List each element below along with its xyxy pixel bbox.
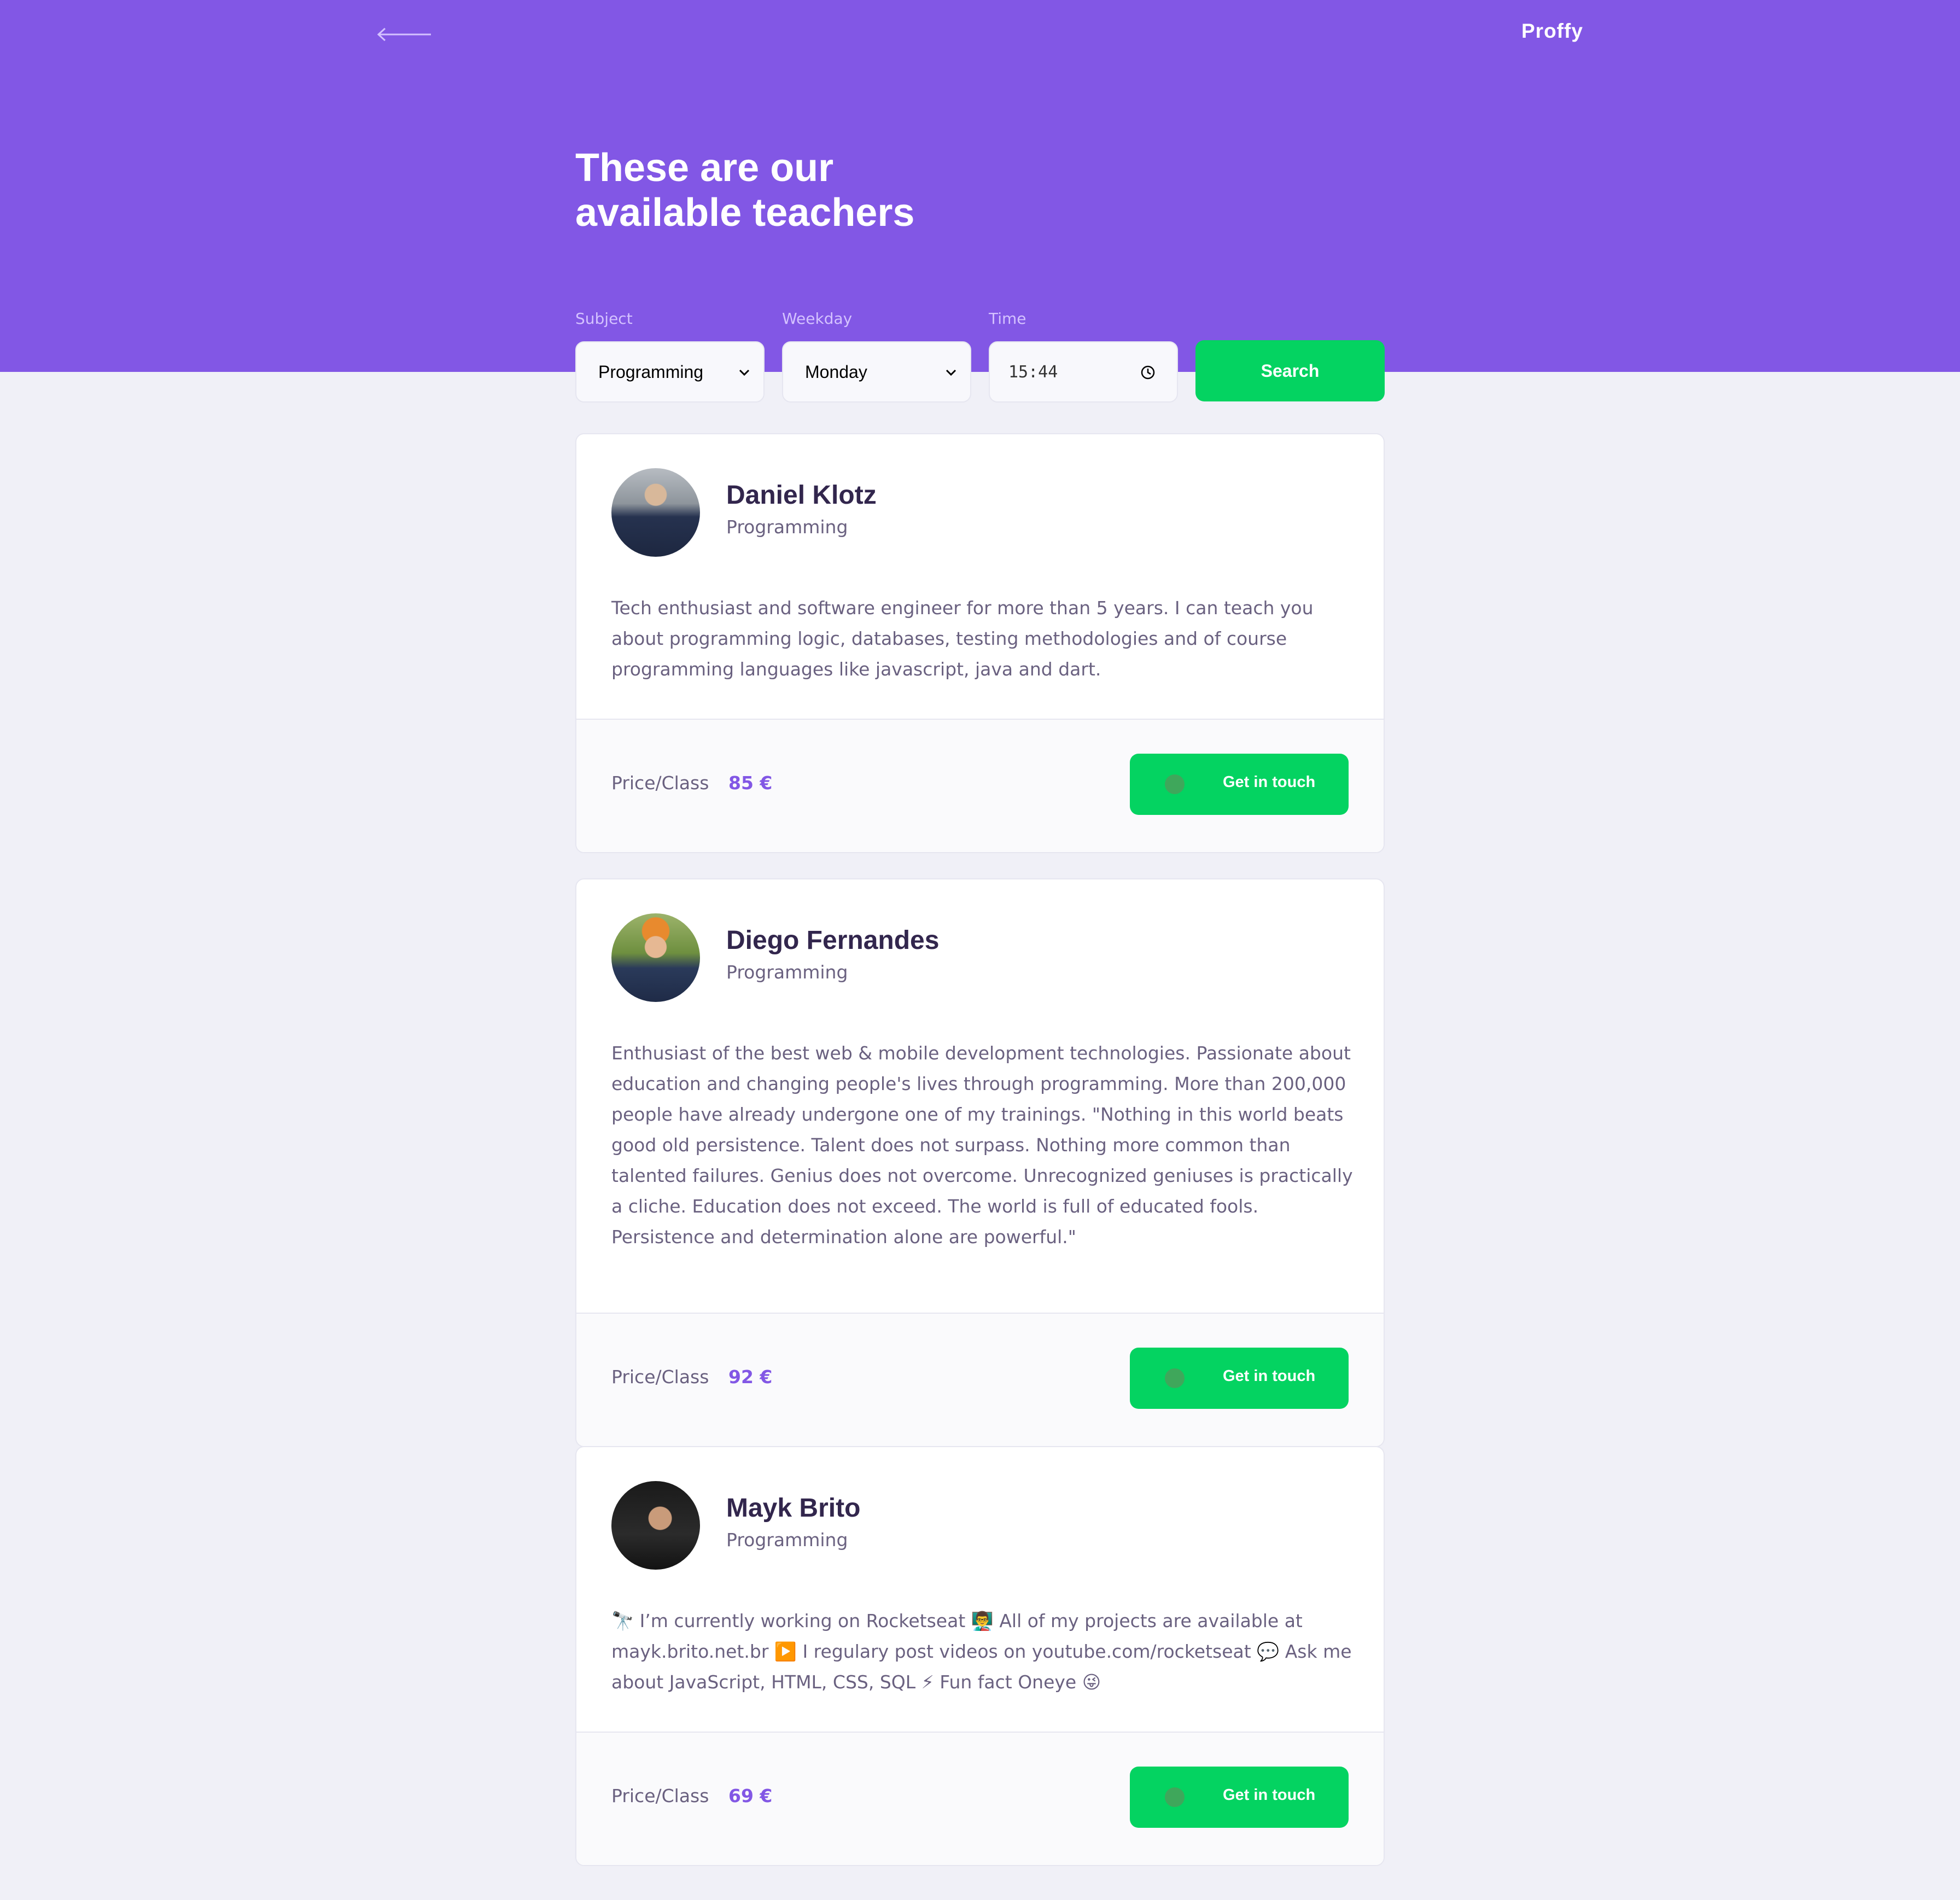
- page-title-line1: These are our: [575, 146, 834, 190]
- teacher-subject: Programming: [726, 516, 848, 538]
- price-value: 69 €: [728, 1785, 773, 1806]
- subject-select[interactable]: Programming: [575, 341, 765, 403]
- get-in-touch-button[interactable]: Get in touch: [1130, 754, 1349, 815]
- teacher-subject: Programming: [726, 961, 848, 983]
- get-in-touch-label: Get in touch: [1223, 1786, 1316, 1804]
- avatar: [611, 1481, 700, 1570]
- time-input[interactable]: 15:44: [989, 341, 1178, 403]
- card-footer: Price/Class 92 € Get in touch: [576, 1313, 1384, 1446]
- teacher-name: Daniel Klotz: [726, 481, 877, 510]
- card-footer: Price/Class 69 € Get in touch: [576, 1732, 1384, 1865]
- weekday-select-value: Monday: [805, 362, 867, 382]
- subject-select-value: Programming: [598, 362, 704, 382]
- page-header: Proffy These are our available teachers …: [0, 0, 1960, 403]
- get-in-touch-button[interactable]: Get in touch: [1130, 1767, 1349, 1828]
- teacher-card: Diego Fernandes Programming Enthusiast o…: [575, 878, 1385, 1447]
- teacher-subject: Programming: [726, 1529, 848, 1551]
- price-label: Price/Class: [611, 1785, 709, 1806]
- get-in-touch-label: Get in touch: [1223, 773, 1316, 791]
- card-footer: Price/Class 85 € Get in touch: [576, 719, 1384, 852]
- get-in-touch-button[interactable]: Get in touch: [1130, 1348, 1349, 1409]
- chevron-down-icon: [946, 369, 956, 376]
- weekday-label: Weekday: [782, 310, 853, 328]
- teacher-name: Diego Fernandes: [726, 926, 940, 955]
- subject-label: Subject: [575, 310, 633, 328]
- teacher-bio: Tech enthusiast and software engineer fo…: [611, 597, 1314, 680]
- price-label: Price/Class: [611, 772, 709, 794]
- price-value: 85 €: [728, 772, 773, 794]
- price-label: Price/Class: [611, 1366, 709, 1388]
- teacher-card: Daniel Klotz Programming Tech enthusiast…: [575, 433, 1385, 853]
- whatsapp-icon: [1165, 1787, 1185, 1807]
- arrow-left-icon[interactable]: [377, 27, 432, 42]
- search-button[interactable]: Search: [1195, 340, 1385, 401]
- price-value: 92 €: [728, 1366, 773, 1388]
- teacher-bio: Enthusiast of the best web & mobile deve…: [611, 1042, 1353, 1248]
- whatsapp-icon: [1165, 1368, 1185, 1388]
- clock-icon[interactable]: [1140, 364, 1156, 381]
- page-title: These are our available teachers: [575, 145, 1122, 235]
- logo[interactable]: Proffy: [1521, 20, 1583, 43]
- chevron-down-icon: [739, 369, 750, 376]
- get-in-touch-label: Get in touch: [1223, 1367, 1316, 1385]
- time-label: Time: [989, 310, 1026, 328]
- time-input-value: 15:44: [1008, 362, 1058, 382]
- avatar: [611, 913, 700, 1002]
- teacher-card: Mayk Brito Programming 🔭 I’m currently w…: [575, 1446, 1385, 1866]
- teacher-bio: 🔭 I’m currently working on Rocketseat 👨‍…: [611, 1610, 1352, 1693]
- whatsapp-icon: [1165, 774, 1185, 794]
- teacher-name: Mayk Brito: [726, 1494, 861, 1523]
- avatar: [611, 468, 700, 557]
- weekday-select[interactable]: Monday: [782, 341, 971, 403]
- page-title-line2: available teachers: [575, 191, 915, 235]
